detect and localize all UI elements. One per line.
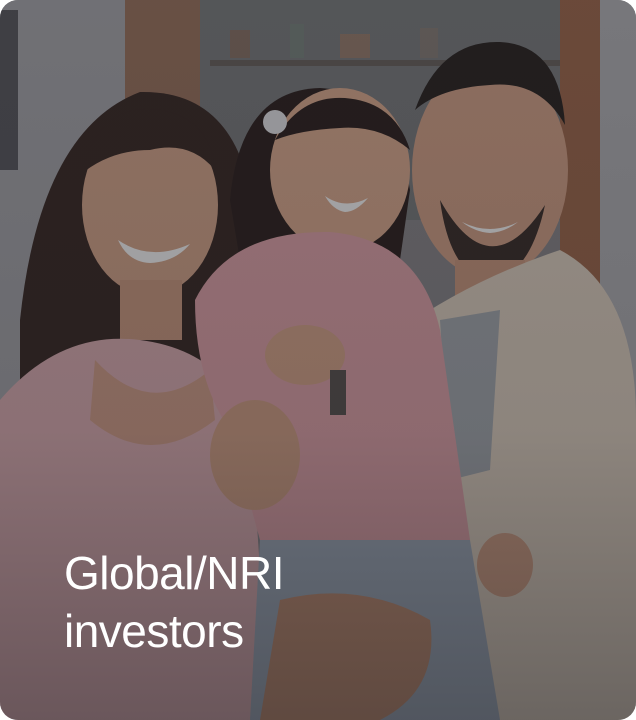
investor-category-card[interactable]: Global/NRI investors <box>0 0 636 720</box>
card-title-line-1: Global/NRI <box>64 547 284 599</box>
card-title-line-2: investors <box>64 605 244 657</box>
card-title: Global/NRI investors <box>64 544 544 660</box>
